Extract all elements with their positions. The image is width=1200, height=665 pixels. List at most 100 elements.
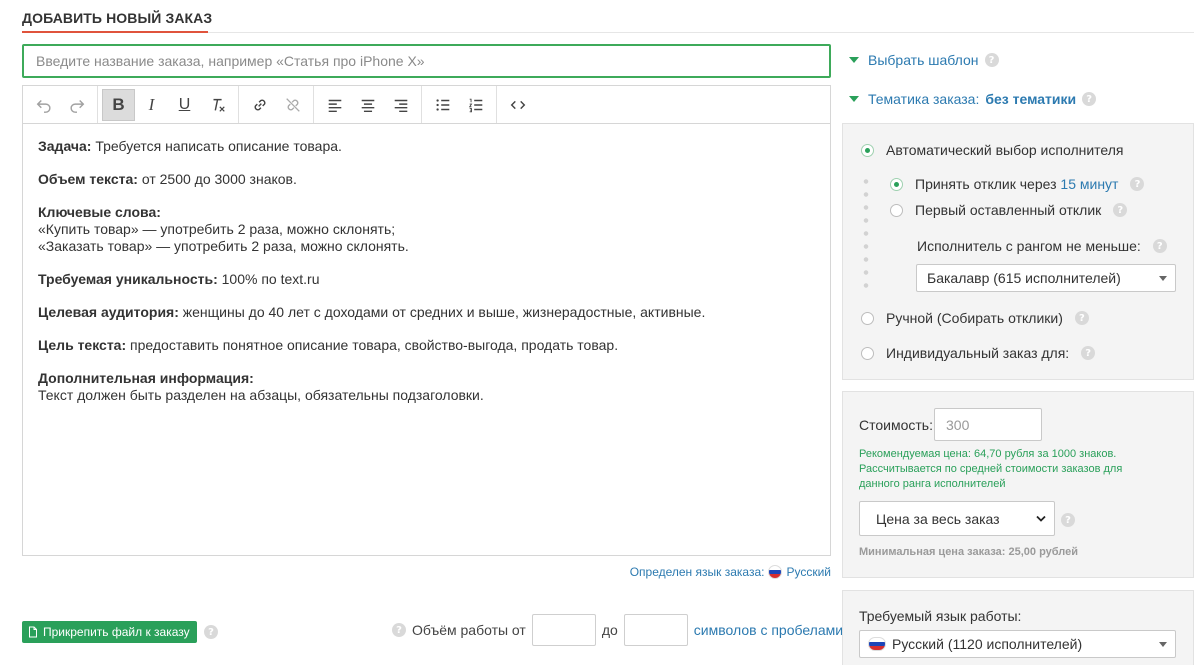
italic-icon[interactable]: I (135, 89, 168, 121)
clear-format-icon[interactable] (201, 89, 234, 121)
order-name-input[interactable] (22, 44, 831, 78)
volume-mid: до (601, 622, 618, 638)
auto-select-radio[interactable] (861, 143, 874, 157)
first-response-help-icon[interactable]: ? (1113, 203, 1128, 217)
bold-icon[interactable]: B (102, 88, 135, 121)
choose-template-toggle[interactable]: Выбрать шаблон ? (849, 52, 999, 68)
underline-icon[interactable]: U (168, 89, 201, 121)
topic-help-icon[interactable]: ? (1082, 92, 1097, 106)
extra-paragraph: Дополнительная информация: Текст должен б… (38, 370, 815, 404)
editor-content[interactable]: Задача: Требуется написать описание това… (23, 124, 830, 434)
volume-label: Объем текста: (38, 171, 138, 187)
accept-response-option[interactable]: Принять отклик через 15 минут ? (890, 176, 1145, 192)
language-detect: Определен язык заказа: Русский (630, 565, 831, 579)
recommended-price: Рекомендуемая цена: 64,70 рубля за 1000 … (859, 447, 1159, 492)
accept-response-help-icon[interactable]: ? (1130, 177, 1145, 191)
recommended-price-line1: Рекомендуемая цена: 64,70 рубля за 1000 … (859, 448, 1117, 460)
list-group (422, 86, 497, 123)
chevron-down-icon (1159, 276, 1167, 281)
individual-radio[interactable] (861, 346, 874, 360)
task-label: Задача: (38, 138, 92, 154)
page-title: ДОБАВИТЬ НОВЫЙ ЗАКАЗ (22, 10, 213, 26)
cost-label: Стоимость: (859, 417, 933, 433)
keyword-2: «Заказать товар» — употребить 2 раза, мо… (38, 238, 409, 254)
attach-help-icon[interactable]: ? (204, 625, 218, 639)
accept-response-radio[interactable] (890, 177, 903, 191)
choose-template-label: Выбрать шаблон (868, 52, 979, 68)
rich-text-editor: B I U Задача: Требуется написать описани… (22, 85, 831, 556)
volume-unit-link[interactable]: символов с пробелами (694, 622, 843, 638)
rank-help-icon[interactable]: ? (1152, 239, 1167, 253)
individual-help-icon[interactable]: ? (1081, 346, 1096, 360)
extra-text: Текст должен быть разделен на абзацы, об… (38, 387, 484, 403)
manual-label: Ручной (Собирать отклики) (886, 310, 1063, 326)
rank-select-value: Бакалавр (615 исполнителей) (927, 270, 1121, 286)
rank-select[interactable]: Бакалавр (615 исполнителей) (916, 264, 1176, 292)
price-type-select[interactable]: Цена за весь заказ (859, 501, 1055, 536)
work-language-select[interactable]: Русский (1120 исполнителей) (859, 630, 1176, 658)
goal-paragraph: Цель текста: предоставить понятное описа… (38, 337, 815, 354)
first-response-label: Первый оставленный отклик (915, 202, 1102, 218)
link-icon[interactable] (243, 89, 276, 121)
keywords-paragraph: Ключевые слова: «Купить товар» — употреби… (38, 204, 815, 255)
task-text: Требуется написать описание товара. (91, 138, 342, 154)
dotted-guide (863, 175, 869, 290)
manual-radio[interactable] (861, 311, 874, 325)
align-left-icon[interactable] (318, 89, 351, 121)
first-response-radio[interactable] (890, 203, 903, 217)
expand-triangle-icon (849, 57, 859, 63)
volume-from-input[interactable] (531, 614, 596, 646)
language-detect-label: Определен язык заказа: (629, 565, 765, 579)
topic-toggle[interactable]: Тематика заказа: без тематики ? (849, 91, 1097, 107)
work-language-label-row: Требуемый язык работы: (859, 608, 1021, 624)
rank-label: Исполнитель с рангом не меньше: (917, 238, 1141, 254)
keyword-1: «Купить товар» — употребить 2 раза, можн… (38, 221, 396, 237)
price-type-value: Цена за весь заказ (876, 510, 1000, 527)
accept-response-time-link[interactable]: 15 минут (1060, 176, 1118, 192)
code-icon[interactable] (501, 89, 534, 121)
auto-select-option[interactable]: Автоматический выбор исполнителя (861, 142, 1124, 158)
uniqueness-paragraph: Требуемая уникальность: 100% по text.ru (38, 271, 815, 288)
audience-text: женщины до 40 лет с доходами от средних … (178, 304, 706, 320)
manual-option[interactable]: Ручной (Собирать отклики) ? (861, 310, 1089, 326)
link-group (239, 86, 314, 123)
volume-paragraph: Объем текста: от 2500 до 3000 знаков. (38, 171, 815, 188)
bullet-list-icon[interactable] (426, 89, 459, 121)
topic-value: без тематики (985, 91, 1077, 107)
attach-file-button[interactable]: Прикрепить файл к заказу (22, 621, 197, 643)
editor-toolbar: B I U (23, 86, 830, 124)
work-language-value: Русский (1120 исполнителей) (892, 636, 1083, 652)
align-group (314, 86, 422, 123)
individual-option[interactable]: Индивидуальный заказ для: ? (861, 345, 1096, 361)
language-detect-value[interactable]: Русский (786, 565, 831, 579)
volume-row: ? Объём работы от до символов с пробелам… (392, 614, 843, 646)
cost-label-row: Стоимость: (859, 417, 933, 433)
cost-input[interactable] (934, 408, 1042, 441)
unlink-icon[interactable] (276, 89, 309, 121)
russia-flag-icon (868, 637, 886, 651)
align-right-icon[interactable] (384, 89, 417, 121)
uniqueness-text: 100% по text.ru (217, 271, 320, 287)
accept-response-label: Принять отклик через (915, 176, 1057, 192)
align-center-icon[interactable] (351, 89, 384, 121)
numbered-list-icon[interactable] (459, 89, 492, 121)
uniqueness-label: Требуемая уникальность: (38, 271, 218, 287)
first-response-option[interactable]: Первый оставленный отклик ? (890, 202, 1128, 218)
volume-help-icon[interactable]: ? (392, 623, 406, 637)
source-group (497, 86, 538, 123)
template-help-icon[interactable]: ? (984, 53, 999, 67)
format-group: B I U (98, 86, 239, 123)
expand-triangle-icon (849, 96, 859, 102)
title-underline (22, 31, 208, 33)
manual-help-icon[interactable]: ? (1074, 311, 1089, 325)
audience-paragraph: Целевая аудитория: женщины до 40 лет с д… (38, 304, 815, 321)
russia-flag-icon (768, 565, 783, 579)
history-group (23, 86, 98, 123)
price-type-help-icon[interactable]: ? (1061, 513, 1075, 527)
chevron-down-icon (1159, 642, 1167, 647)
file-icon (29, 626, 37, 638)
redo-icon[interactable] (60, 89, 93, 121)
undo-icon[interactable] (27, 89, 60, 121)
volume-to-input[interactable] (623, 614, 688, 646)
goal-label: Цель текста: (38, 337, 127, 353)
